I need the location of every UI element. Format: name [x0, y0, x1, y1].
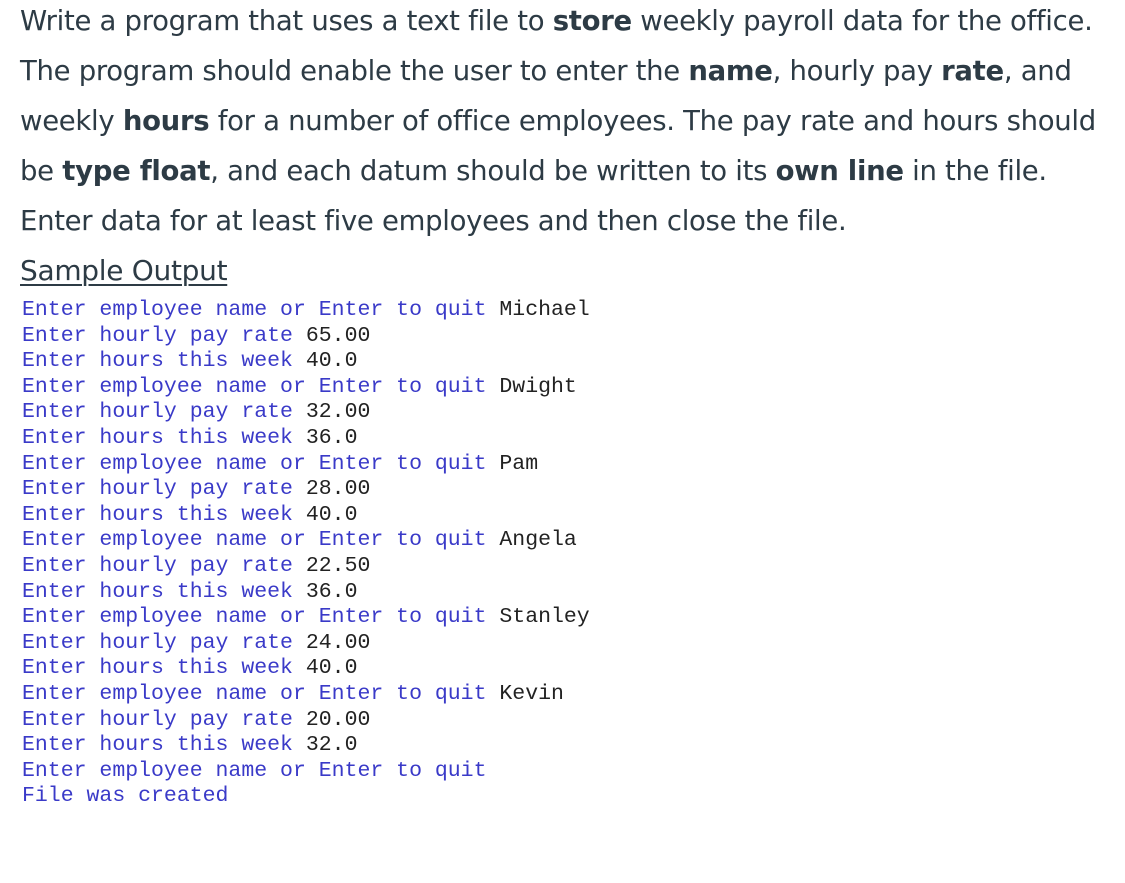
- console-prompt: Enter employee name or Enter to quit: [22, 374, 500, 399]
- console-line: Enter hours this week 36.0: [22, 426, 1115, 452]
- console-prompt: Enter employee name or Enter to quit: [22, 758, 487, 783]
- sample-output-console: Enter employee name or Enter to quit Mic…: [22, 298, 1115, 810]
- emphasized-term: hours: [122, 105, 210, 137]
- emphasized-term: rate: [941, 55, 1004, 87]
- console-user-input: 36.0: [305, 425, 358, 450]
- console-line: Enter hourly pay rate 28.00: [22, 477, 1115, 503]
- console-prompt: Enter hourly pay rate: [22, 707, 306, 732]
- text-segment: , hourly pay: [772, 55, 942, 87]
- console-prompt: File was created: [22, 784, 229, 809]
- console-line: Enter hourly pay rate 22.50: [22, 554, 1115, 580]
- console-user-input: Kevin: [499, 681, 564, 706]
- console-line: Enter hours this week 40.0: [22, 349, 1115, 375]
- console-user-input: Michael: [499, 298, 590, 322]
- console-line: Enter hours this week 40.0: [22, 503, 1115, 529]
- text-segment: , and each datum should be written to it…: [210, 155, 776, 187]
- console-prompt: Enter hours this week: [22, 425, 306, 450]
- console-line: Enter employee name or Enter to quit Mic…: [22, 298, 1115, 324]
- console-user-input: 22.50: [305, 553, 371, 578]
- console-prompt: Enter employee name or Enter to quit: [22, 298, 500, 322]
- console-prompt: Enter employee name or Enter to quit: [22, 681, 500, 706]
- text-segment: Write a program that uses a text file to: [20, 5, 553, 37]
- emphasized-term: name: [688, 55, 773, 87]
- sample-output-heading: Sample Output: [20, 254, 228, 287]
- console-user-input: 65.00: [305, 323, 371, 348]
- problem-statement: Write a program that uses a text file to…: [20, 0, 1115, 246]
- console-prompt: Enter hours this week: [22, 733, 306, 758]
- console-line: Enter employee name or Enter to quit Kev…: [22, 682, 1115, 708]
- console-line: Enter hours this week 40.0: [22, 656, 1115, 682]
- console-user-input: 32.00: [305, 400, 371, 425]
- console-user-input: Stanley: [499, 605, 590, 630]
- console-user-input: 36.0: [305, 579, 358, 604]
- console-prompt: Enter hourly pay rate: [22, 553, 306, 578]
- console-user-input: Pam: [499, 451, 539, 476]
- document-body: Write a program that uses a text file to…: [20, 0, 1115, 810]
- console-line: Enter hours this week 36.0: [22, 580, 1115, 606]
- console-prompt: Enter hours this week: [22, 656, 306, 681]
- emphasized-term: store: [552, 5, 632, 37]
- console-user-input: 32.0: [305, 733, 358, 758]
- console-line: Enter employee name or Enter to quit: [22, 759, 1115, 785]
- console-line: Enter hours this week 32.0: [22, 733, 1115, 759]
- console-prompt: Enter employee name or Enter to quit: [22, 528, 500, 553]
- console-user-input: 28.00: [305, 477, 371, 502]
- console-prompt: Enter hourly pay rate: [22, 477, 306, 502]
- console-prompt: Enter hours this week: [22, 502, 306, 527]
- console-prompt: Enter hours this week: [22, 349, 306, 374]
- console-line: Enter hourly pay rate 32.00: [22, 400, 1115, 426]
- console-prompt: Enter hours this week: [22, 579, 306, 604]
- console-line: Enter hourly pay rate 24.00: [22, 631, 1115, 657]
- console-user-input: Dwight: [499, 374, 577, 399]
- console-line: File was created: [22, 784, 1115, 810]
- console-prompt: Enter employee name or Enter to quit: [22, 451, 500, 476]
- console-line: Enter hourly pay rate 20.00: [22, 708, 1115, 734]
- console-user-input: 20.00: [305, 707, 371, 732]
- console-line: Enter employee name or Enter to quit Ang…: [22, 528, 1115, 554]
- console-prompt: Enter employee name or Enter to quit: [22, 605, 500, 630]
- console-prompt: Enter hourly pay rate: [22, 630, 306, 655]
- console-user-input: 24.00: [305, 630, 371, 655]
- emphasized-term: own line: [775, 155, 904, 187]
- console-line: Enter employee name or Enter to quit Sta…: [22, 605, 1115, 631]
- console-line: Enter hourly pay rate 65.00: [22, 324, 1115, 350]
- emphasized-term: type float: [62, 155, 211, 187]
- console-line: Enter employee name or Enter to quit Dwi…: [22, 375, 1115, 401]
- console-user-input: 40.0: [305, 349, 358, 374]
- console-user-input: 40.0: [305, 502, 358, 527]
- console-line: Enter employee name or Enter to quit Pam: [22, 452, 1115, 478]
- console-prompt: Enter hourly pay rate: [22, 323, 306, 348]
- console-user-input: 40.0: [305, 656, 358, 681]
- console-user-input: Angela: [499, 528, 577, 553]
- console-prompt: Enter hourly pay rate: [22, 400, 306, 425]
